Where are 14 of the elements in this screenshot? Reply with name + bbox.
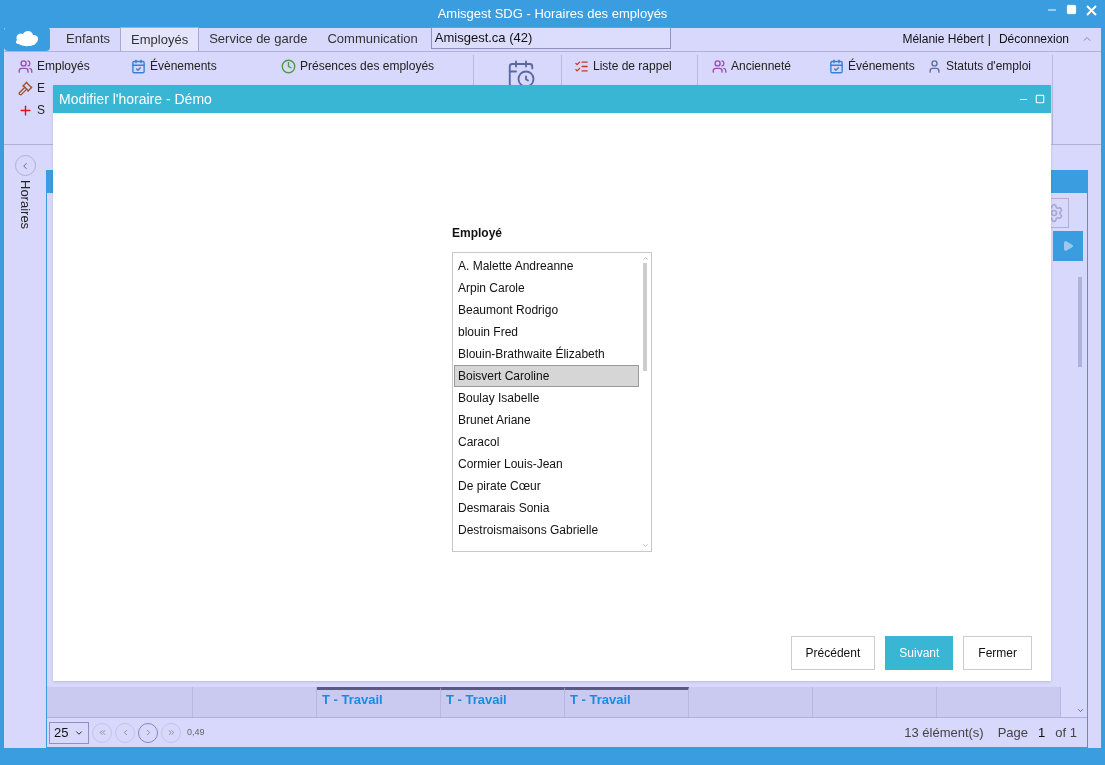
page-total: of 1 (1055, 723, 1077, 742)
item-count: 13 élément(s) (904, 723, 984, 742)
side-panel-label: Horaires (16, 180, 34, 230)
grid-cell: T - Travail (317, 687, 441, 717)
separator-text: | (987, 31, 991, 48)
zoom-text: 0,49 (187, 725, 205, 739)
user-name: Mélanie Hébert (902, 31, 984, 48)
grid-cell: T - Travail (565, 687, 689, 717)
page-label: Page (997, 723, 1029, 742)
page-number: 1 (1038, 723, 1046, 742)
dialog-title: Modifier l'horaire - Démo (59, 89, 212, 109)
field-label: Employé (452, 225, 503, 242)
grid-cell: T - Travail (441, 687, 565, 717)
window-title: Amisgest SDG - Horaires des employés (437, 5, 668, 24)
